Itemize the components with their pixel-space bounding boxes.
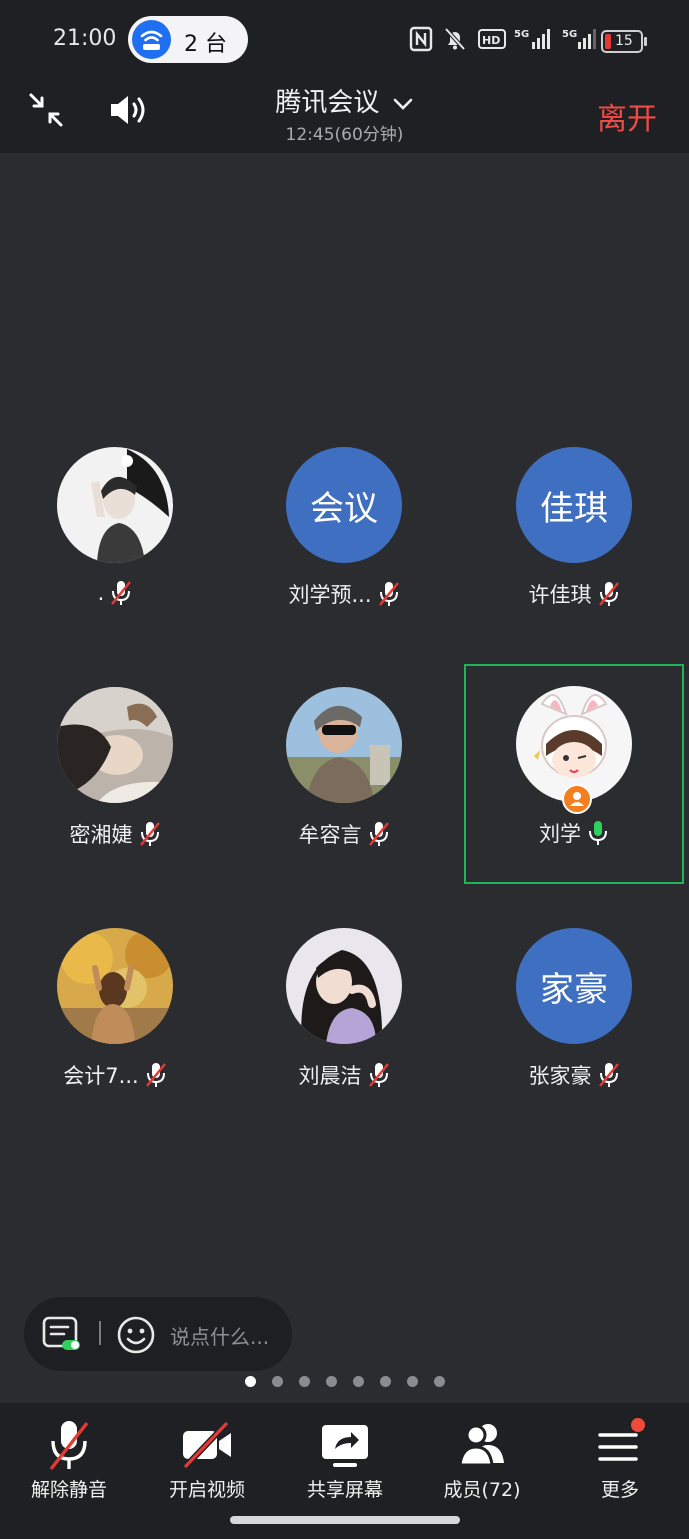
participant-name-line: 许佳琪 [464,579,684,609]
battery-icon: 15 [601,30,647,53]
mic-muted-icon [49,1421,89,1471]
top-bar: 21:00 2 台 HD 5G 5G 15 腾讯会议 12:45(60分钟) 离… [0,0,689,153]
participant-name: 刘晨洁 [298,1064,362,1088]
participant-tile[interactable]: 会计7... [5,906,225,1126]
participant-name-line: 刘晨洁 [234,1060,454,1090]
participant-name: 密湘婕 [69,823,133,847]
nfc-icon [409,26,433,52]
avatar: 佳琪 [516,447,632,563]
start-video-button[interactable]: 开启视频 [138,1403,276,1513]
participant-tile[interactable]: 家豪 张家豪 [464,906,684,1126]
avatar [57,447,173,563]
unmute-label: 解除静音 [30,1479,107,1501]
participant-name-line: . [5,579,225,607]
more-button[interactable]: 更多 [551,1403,689,1513]
router-icon [132,20,171,59]
participant-tile-active[interactable]: 刘学 [464,664,684,884]
page-dot[interactable] [326,1376,337,1387]
meeting-title-text: 腾讯会议 [275,88,380,118]
page-dot-active[interactable] [245,1376,256,1387]
chat-input[interactable]: 说点什么... [170,1321,269,1350]
chat-list-icon[interactable] [42,1316,82,1352]
signal-5g-icon: 5G [562,29,596,49]
page-dot[interactable] [407,1376,418,1387]
page-dot[interactable] [434,1376,445,1387]
participant-tile[interactable]: 会议 刘学预... [234,425,454,645]
mic-muted-icon [139,822,160,846]
share-screen-button[interactable]: 共享屏幕 [276,1403,414,1513]
participant-name-line: 张家豪 [464,1060,684,1090]
page-indicator[interactable] [245,1376,445,1387]
page-dot[interactable] [272,1376,283,1387]
participant-name: 刘学 [539,822,581,846]
status-time: 21:00 [53,26,117,51]
page-dot[interactable] [299,1376,310,1387]
mic-muted-icon [368,822,389,846]
more-label: 更多 [600,1479,639,1501]
divider [99,1321,101,1345]
participant-tile[interactable]: 牟容言 [234,665,454,885]
avatar: 家豪 [516,928,632,1044]
share-screen-icon [322,1425,368,1467]
meeting-duration: 12:45(60分钟) [285,125,404,145]
mic-muted-icon [145,1063,166,1087]
members-label: 成员(72) [443,1479,521,1501]
video-label: 开启视频 [168,1479,245,1501]
participant-tile[interactable]: 刘晨洁 [234,906,454,1126]
participant-name-line: 会计7... [5,1060,225,1090]
svg-text:5G: 5G [562,29,577,40]
unmute-button[interactable]: 解除静音 [0,1403,138,1513]
host-badge-icon [562,784,592,814]
members-button[interactable]: 成员(72) [413,1403,551,1513]
mic-muted-icon [378,582,399,606]
device-count-label: 2 台 [184,32,227,57]
mic-muted-icon [598,582,619,606]
participant-tile[interactable]: 佳琪 许佳琪 [464,425,684,645]
avatar [57,928,173,1044]
leave-button[interactable]: 离开 [597,94,657,138]
device-count-pill[interactable]: 2 台 [128,16,248,63]
battery-level: 15 [615,33,633,49]
mute-bell-icon [444,27,466,51]
chevron-down-icon [393,98,412,110]
home-indicator[interactable] [230,1516,460,1524]
participant-name: 刘学预... [288,583,372,607]
svg-text:5G: 5G [514,29,529,40]
meeting-title[interactable]: 腾讯会议 [0,82,689,119]
hd-icon: HD [478,29,506,49]
share-label: 共享屏幕 [306,1479,383,1501]
avatar: 会议 [286,447,402,563]
mic-muted-icon [111,581,132,605]
members-icon [458,1424,504,1467]
participant-name: 许佳琪 [528,583,592,607]
svg-text:HD: HD [482,34,500,47]
avatar [57,687,173,803]
chat-bar: 说点什么... [24,1297,292,1371]
avatar [286,928,402,1044]
mic-muted-icon [368,1063,389,1087]
video-off-icon [182,1420,231,1470]
menu-icon [598,1418,645,1461]
participant-name: . [97,581,105,605]
participant-name-line: 密湘婕 [5,819,225,849]
participant-name: 牟容言 [298,823,362,847]
page-dot[interactable] [380,1376,391,1387]
page-dot[interactable] [353,1376,364,1387]
mic-active-icon [589,821,607,845]
avatar [286,687,402,803]
participant-tile[interactable]: . [5,425,225,645]
signal-5g-icon: 5G [514,29,550,49]
participant-name-line: 刘学 [464,818,684,848]
participant-name: 会计7... [63,1064,139,1088]
participant-name: 张家豪 [528,1064,592,1088]
mic-muted-icon [598,1063,619,1087]
participant-name-line: 牟容言 [234,819,454,849]
emoji-icon[interactable] [116,1315,156,1355]
participant-name-line: 刘学预... [234,579,454,609]
participant-tile[interactable]: 密湘婕 [5,665,225,885]
